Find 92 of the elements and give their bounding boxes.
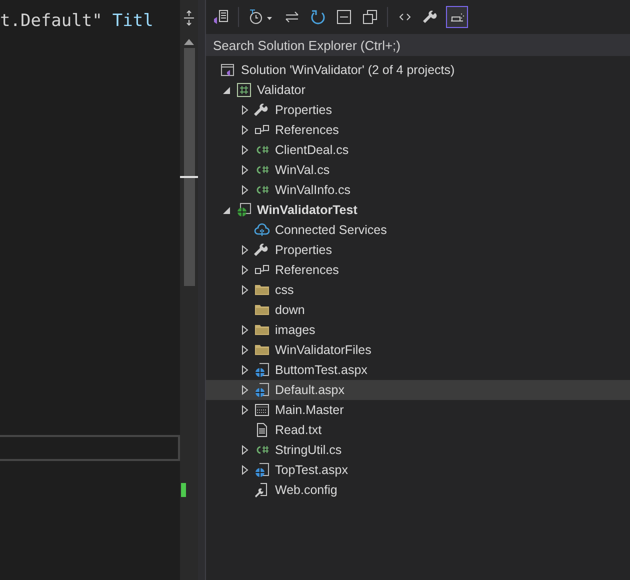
collapsed-arrow-icon[interactable]: [241, 125, 249, 135]
tree-item[interactable]: ClientDeal.cs: [206, 140, 630, 160]
tree-item[interactable]: References: [206, 260, 630, 280]
tree-item-label: Solution 'WinValidator' (2 of 4 projects): [241, 62, 455, 79]
web-page-icon: [254, 362, 270, 378]
tree-item-label: Read.txt: [275, 422, 322, 439]
collapsed-arrow-icon[interactable]: [241, 105, 249, 115]
tree-item[interactable]: Connected Services: [206, 220, 630, 240]
solution-icon: [220, 62, 236, 78]
scrollbar-thumb[interactable]: [184, 48, 194, 286]
tree-item-label: WinValidatorFiles: [275, 342, 372, 359]
expanded-arrow-icon[interactable]: [223, 205, 231, 215]
tree-item-label: WinValInfo.cs: [275, 182, 350, 199]
master-page-icon: [254, 402, 270, 418]
change-marker: [181, 483, 186, 497]
tree-item[interactable]: Main.Master: [206, 400, 630, 420]
tree-item[interactable]: images: [206, 320, 630, 340]
web-project-icon: [236, 202, 252, 218]
tree-item[interactable]: ButtomTest.aspx: [206, 360, 630, 380]
caret-marker: [180, 176, 198, 178]
code-line: t.Default" Titl: [0, 10, 154, 33]
tree-item-label: images: [275, 322, 316, 339]
collapsed-arrow-icon[interactable]: [241, 245, 249, 255]
web-page-icon: [254, 382, 270, 398]
tree-item-label: Default.aspx: [275, 382, 344, 399]
tree-item-label: down: [275, 302, 305, 319]
tree-item[interactable]: down: [206, 300, 630, 320]
collapsed-arrow-icon[interactable]: [241, 365, 249, 375]
config-file-icon: [254, 482, 270, 498]
tree-item[interactable]: Solution 'WinValidator' (2 of 4 projects): [206, 60, 630, 80]
collapsed-arrow-icon[interactable]: [241, 405, 249, 415]
tree-item[interactable]: StringUtil.cs: [206, 440, 630, 460]
tree-item[interactable]: WinVal.cs: [206, 160, 630, 180]
tree-item[interactable]: Web.config: [206, 480, 630, 500]
solution-view-icon: [213, 9, 229, 25]
tree-item-label: References: [275, 122, 339, 139]
expanded-arrow-icon[interactable]: [223, 85, 231, 95]
collapsed-arrow-icon[interactable]: [241, 385, 249, 395]
tree-item-label: ClientDeal.cs: [275, 142, 349, 159]
cloud-plug-icon: [254, 222, 270, 238]
tree-item[interactable]: Default.aspx: [206, 380, 630, 400]
tree-item-label: References: [275, 262, 339, 279]
tree-item-label: Web.config: [275, 482, 338, 499]
wrench-icon: [423, 9, 439, 25]
tree-item[interactable]: css: [206, 280, 630, 300]
toolbar-button[interactable]: [446, 6, 468, 28]
collapsed-arrow-icon[interactable]: [241, 285, 249, 295]
stacked-windows-icon: [362, 9, 378, 25]
collapsed-arrow-icon[interactable]: [241, 465, 249, 475]
refresh-icon: [310, 9, 326, 25]
tree-item[interactable]: References: [206, 120, 630, 140]
folder-icon: [254, 282, 270, 298]
tree-item-label: Properties: [275, 242, 332, 259]
collapsed-arrow-icon[interactable]: [241, 345, 249, 355]
tree-item-label: Validator: [257, 82, 306, 99]
collapsed-arrow-icon[interactable]: [241, 185, 249, 195]
tree-item-label: StringUtil.cs: [275, 442, 342, 459]
sync-arrows-icon: [284, 9, 300, 25]
tree-item-label: Properties: [275, 102, 332, 119]
search-field[interactable]: Search Solution Explorer (Ctrl+;): [206, 34, 630, 56]
tree-item[interactable]: TopTest.aspx: [206, 460, 630, 480]
clock-icon: [248, 9, 274, 25]
scroll-up-icon: [183, 38, 195, 46]
collapsed-arrow-icon[interactable]: [241, 325, 249, 335]
folder-icon: [254, 302, 270, 318]
wrench-icon: [254, 102, 270, 118]
tree-item-label: TopTest.aspx: [275, 462, 348, 479]
collapsed-arrow-icon[interactable]: [241, 265, 249, 275]
tree-item-label: WinVal.cs: [275, 162, 330, 179]
tree-item[interactable]: WinValidatorTest: [206, 200, 630, 220]
collapsed-arrow-icon[interactable]: [241, 165, 249, 175]
tree-item[interactable]: WinValInfo.cs: [206, 180, 630, 200]
collapse-all-icon: [336, 9, 352, 25]
collapsed-arrow-icon[interactable]: [241, 445, 249, 455]
split-icon: [183, 10, 195, 26]
text-file-icon: [254, 422, 270, 438]
tree-item[interactable]: Read.txt: [206, 420, 630, 440]
tree-item-label: WinValidatorTest: [257, 202, 358, 219]
folder-icon: [254, 322, 270, 338]
tree-item-label: Connected Services: [275, 222, 387, 239]
tree-item[interactable]: Properties: [206, 100, 630, 120]
tree-item-label: ButtomTest.aspx: [275, 362, 368, 379]
tree-item-label: css: [275, 282, 294, 299]
tree-item[interactable]: WinValidatorFiles: [206, 340, 630, 360]
collapsed-arrow-icon[interactable]: [241, 145, 249, 155]
tree-item[interactable]: Validator: [206, 80, 630, 100]
web-page-icon: [254, 462, 270, 478]
tree-item-label: Main.Master: [275, 402, 344, 419]
csharp-project-icon: [236, 82, 252, 98]
folder-icon: [254, 342, 270, 358]
tree-item[interactable]: Properties: [206, 240, 630, 260]
wrench-icon: [254, 242, 270, 258]
